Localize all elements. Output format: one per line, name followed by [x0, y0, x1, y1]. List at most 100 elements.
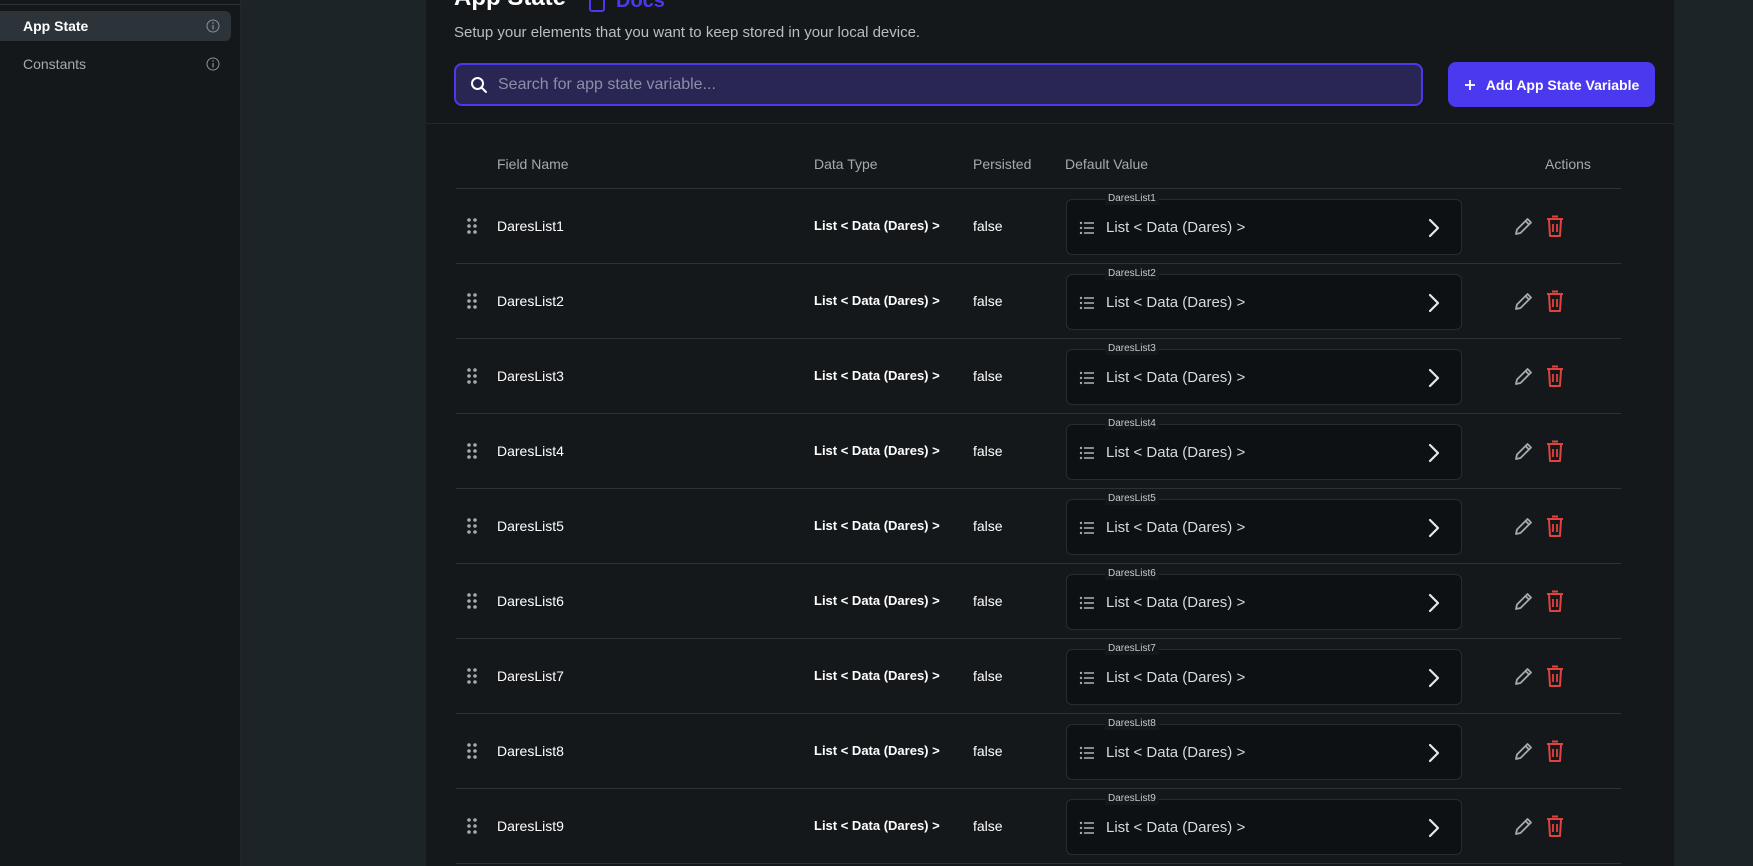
table-row: DaresList8 List < Data (Dares) > false D…: [456, 714, 1621, 789]
sidebar-item-label: App State: [23, 18, 89, 34]
sidebar-item-constants[interactable]: Constants: [0, 49, 231, 79]
chevron-right-icon[interactable]: [1427, 517, 1441, 539]
trash-icon[interactable]: [1546, 215, 1564, 237]
field-name: DaresList1: [497, 218, 564, 234]
app-state-table: Field Name Data Type Persisted Default V…: [456, 145, 1621, 864]
default-value-label: DaresList6: [1105, 568, 1159, 580]
field-name: DaresList9: [497, 818, 564, 834]
field-name: DaresList6: [497, 593, 564, 609]
drag-handle-icon[interactable]: [466, 817, 478, 835]
pencil-icon[interactable]: [1513, 515, 1535, 537]
default-value-label: DaresList4: [1105, 418, 1159, 430]
default-value-field[interactable]: DaresList1 List < Data (Dares) >: [1066, 193, 1462, 255]
table-row: DaresList2 List < Data (Dares) > false D…: [456, 264, 1621, 339]
drag-handle-icon[interactable]: [466, 292, 478, 310]
pencil-icon[interactable]: [1513, 815, 1535, 837]
default-value-field[interactable]: DaresList2 List < Data (Dares) >: [1066, 268, 1462, 330]
drag-handle-icon[interactable]: [466, 217, 478, 235]
table-header: Field Name Data Type Persisted Default V…: [456, 145, 1621, 189]
default-value-field[interactable]: DaresList8 List < Data (Dares) >: [1066, 718, 1462, 780]
default-value-text: List < Data (Dares) >: [1106, 219, 1246, 236]
default-value-text: List < Data (Dares) >: [1106, 819, 1246, 836]
trash-icon[interactable]: [1546, 665, 1564, 687]
pencil-icon[interactable]: [1513, 665, 1535, 687]
persisted-value: false: [973, 218, 1003, 234]
chevron-right-icon[interactable]: [1427, 592, 1441, 614]
persisted-value: false: [973, 293, 1003, 309]
default-value-field[interactable]: DaresList6 List < Data (Dares) >: [1066, 568, 1462, 630]
chevron-right-icon[interactable]: [1427, 442, 1441, 464]
default-value-field[interactable]: DaresList7 List < Data (Dares) >: [1066, 643, 1462, 705]
sidebar-divider: [0, 4, 241, 5]
chevron-right-icon[interactable]: [1427, 817, 1441, 839]
table-row: DaresList5 List < Data (Dares) > false D…: [456, 489, 1621, 564]
drag-handle-icon[interactable]: [466, 517, 478, 535]
default-value-field[interactable]: DaresList3 List < Data (Dares) >: [1066, 343, 1462, 405]
table-row: DaresList3 List < Data (Dares) > false D…: [456, 339, 1621, 414]
drag-handle-icon[interactable]: [466, 667, 478, 685]
pencil-icon[interactable]: [1513, 440, 1535, 462]
pencil-icon[interactable]: [1513, 290, 1535, 312]
trash-icon[interactable]: [1546, 290, 1564, 312]
info-icon[interactable]: [206, 57, 220, 71]
chevron-right-icon[interactable]: [1427, 292, 1441, 314]
docs-link[interactable]: Docs: [588, 0, 665, 13]
search-field[interactable]: [454, 63, 1423, 106]
data-type: List < Data (Dares) >: [814, 368, 940, 383]
trash-icon[interactable]: [1546, 815, 1564, 837]
default-value-field[interactable]: DaresList9 List < Data (Dares) >: [1066, 793, 1462, 855]
trash-icon[interactable]: [1546, 365, 1564, 387]
list-icon: [1079, 296, 1094, 310]
drag-handle-icon[interactable]: [466, 742, 478, 760]
list-icon: [1079, 596, 1094, 610]
data-type: List < Data (Dares) >: [814, 593, 940, 608]
default-value-text: List < Data (Dares) >: [1106, 669, 1246, 686]
drag-handle-icon[interactable]: [466, 442, 478, 460]
data-type: List < Data (Dares) >: [814, 518, 940, 533]
data-type: List < Data (Dares) >: [814, 443, 940, 458]
data-type: List < Data (Dares) >: [814, 818, 940, 833]
table-row: DaresList9 List < Data (Dares) > false D…: [456, 789, 1621, 864]
drag-handle-icon[interactable]: [466, 592, 478, 610]
default-value-text: List < Data (Dares) >: [1106, 294, 1246, 311]
column-header-data-type: Data Type: [814, 156, 878, 172]
list-icon: [1079, 521, 1094, 535]
default-value-text: List < Data (Dares) >: [1106, 369, 1246, 386]
pencil-icon[interactable]: [1513, 590, 1535, 612]
persisted-value: false: [973, 743, 1003, 759]
default-value-text: List < Data (Dares) >: [1106, 444, 1246, 461]
default-value-label: DaresList1: [1105, 193, 1159, 205]
default-value-field[interactable]: DaresList5 List < Data (Dares) >: [1066, 493, 1462, 555]
drag-handle-icon[interactable]: [466, 367, 478, 385]
list-icon: [1079, 371, 1094, 385]
chevron-right-icon[interactable]: [1427, 667, 1441, 689]
trash-icon[interactable]: [1546, 590, 1564, 612]
list-icon: [1079, 221, 1094, 235]
pencil-icon[interactable]: [1513, 740, 1535, 762]
field-name: DaresList5: [497, 518, 564, 534]
sidebar: App State Constants: [0, 0, 241, 866]
chevron-right-icon[interactable]: [1427, 217, 1441, 239]
pencil-icon[interactable]: [1513, 365, 1535, 387]
default-value-field[interactable]: DaresList4 List < Data (Dares) >: [1066, 418, 1462, 480]
header-divider: [426, 123, 1674, 124]
trash-icon[interactable]: [1546, 440, 1564, 462]
docs-icon: [589, 0, 605, 12]
column-header-field-name: Field Name: [497, 156, 569, 172]
pencil-icon[interactable]: [1513, 215, 1535, 237]
add-app-state-variable-button[interactable]: Add App State Variable: [1448, 62, 1655, 107]
trash-icon[interactable]: [1546, 515, 1564, 537]
chevron-right-icon[interactable]: [1427, 742, 1441, 764]
data-type: List < Data (Dares) >: [814, 293, 940, 308]
search-icon: [471, 76, 487, 93]
search-input[interactable]: [498, 75, 1398, 94]
sidebar-item-app-state[interactable]: App State: [0, 11, 231, 41]
list-icon: [1079, 446, 1094, 460]
persisted-value: false: [973, 443, 1003, 459]
info-icon[interactable]: [206, 19, 220, 33]
trash-icon[interactable]: [1546, 740, 1564, 762]
chevron-right-icon[interactable]: [1427, 367, 1441, 389]
default-value-text: List < Data (Dares) >: [1106, 519, 1246, 536]
table-row: DaresList6 List < Data (Dares) > false D…: [456, 564, 1621, 639]
default-value-text: List < Data (Dares) >: [1106, 744, 1246, 761]
